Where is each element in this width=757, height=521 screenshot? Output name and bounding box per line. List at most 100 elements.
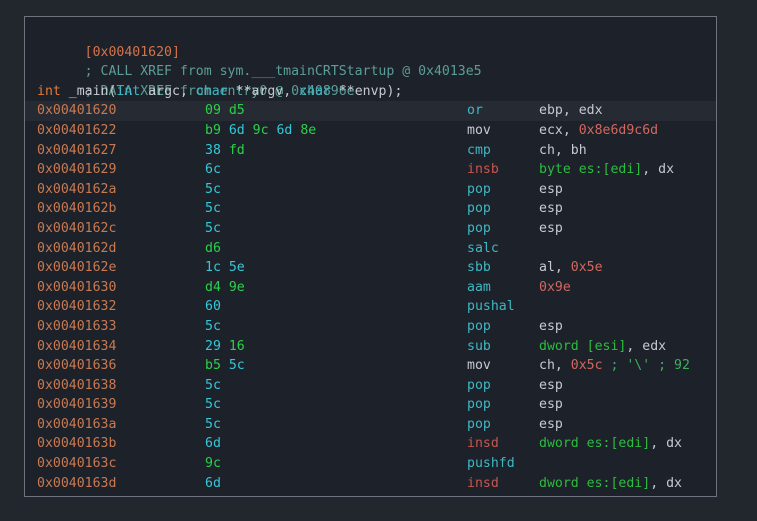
instruction-address[interactable]: 0x0040163c — [37, 454, 205, 474]
instruction-address[interactable]: 0x00401636 — [37, 356, 205, 376]
instruction-row[interactable]: 0x00401633 5c pop esp — [25, 317, 716, 337]
instruction-operands[interactable]: dword [esi], edx — [539, 337, 666, 357]
instruction-mnemonic[interactable]: pop — [467, 415, 539, 435]
instruction-address[interactable]: 0x00401629 — [37, 160, 205, 180]
instruction-operands[interactable]: esp — [539, 199, 563, 219]
instruction-row[interactable]: 0x00401620 09 d5 or ebp, edx — [25, 101, 716, 121]
operand-memory: [esi] — [586, 338, 627, 354]
instruction-row[interactable]: 0x0040162d d6 salc — [25, 239, 716, 259]
instruction-row[interactable]: 0x0040163c 9c pushfd — [25, 454, 716, 474]
instruction-operands[interactable]: 0x9e — [539, 278, 571, 298]
instruction-mnemonic[interactable]: aam — [467, 278, 539, 298]
operand-punct: , — [562, 122, 579, 138]
instruction-address[interactable]: 0x0040162a — [37, 180, 205, 200]
instruction-row[interactable]: 0x00401629 6c insb byte es:[edi], dx — [25, 160, 716, 180]
byte-value: fd — [220, 142, 245, 158]
instruction-row[interactable]: 0x00401630 d4 9e aam 0x9e — [25, 278, 716, 298]
instruction-list[interactable]: 0x00401620 09 d5 or ebp, edx 0x00401622 b9 6d… — [25, 101, 716, 493]
instruction-address[interactable]: 0x00401622 — [37, 121, 205, 141]
byte-value: 16 — [220, 338, 245, 354]
instruction-row[interactable]: 0x00401627 38 fd cmp ch, bh — [25, 141, 716, 161]
instruction-mnemonic[interactable]: cmp — [467, 141, 539, 161]
disassembly-panel[interactable]: [0x00401620] ; CALL XREF from sym.___tma… — [24, 16, 717, 497]
instruction-mnemonic[interactable]: or — [467, 101, 539, 121]
instruction-address[interactable]: 0x0040163d — [37, 474, 205, 494]
instruction-operands[interactable]: ecx, 0x8e6d9c6d — [539, 121, 658, 141]
instruction-mnemonic[interactable]: sub — [467, 337, 539, 357]
instruction-row[interactable]: 0x0040163d 6d insd dword es:[edi], dx — [25, 474, 716, 494]
instruction-mnemonic[interactable]: pop — [467, 180, 539, 200]
instruction-operands[interactable]: dword es:[edi], dx — [539, 434, 682, 454]
instruction-mnemonic[interactable]: insd — [467, 474, 539, 494]
byte-value: 6c — [205, 162, 221, 178]
instruction-address[interactable]: 0x00401633 — [37, 317, 205, 337]
instruction-row[interactable]: 0x00401636 b5 5c mov ch, 0x5c ; '\' ; 92 — [25, 356, 716, 376]
byte-value: 5c — [205, 377, 221, 393]
instruction-mnemonic[interactable]: pop — [467, 199, 539, 219]
instruction-row[interactable]: 0x0040162e 1c 5e sbb al, 0x5e — [25, 258, 716, 278]
instruction-mnemonic[interactable]: mov — [467, 121, 539, 141]
code-area[interactable]: [0x00401620] ; CALL XREF from sym.___tma… — [25, 17, 716, 493]
instruction-mnemonic[interactable]: insd — [467, 434, 539, 454]
instruction-row[interactable]: 0x00401622 b9 6d 9c 6d 8e mov ecx, 0x8e6d9c… — [25, 121, 716, 141]
instruction-bytes: 6d — [205, 474, 467, 494]
instruction-operands[interactable]: esp — [539, 180, 563, 200]
instruction-address[interactable]: 0x00401627 — [37, 141, 205, 161]
byte-value: 1c — [205, 260, 221, 276]
instruction-row[interactable]: 0x0040162a 5c pop esp — [25, 180, 716, 200]
instruction-address[interactable]: 0x0040162e — [37, 258, 205, 278]
instruction-operands[interactable]: esp — [539, 395, 563, 415]
instruction-address[interactable]: 0x0040163a — [37, 415, 205, 435]
instruction-row[interactable]: 0x00401638 5c pop esp — [25, 376, 716, 396]
instruction-mnemonic[interactable]: pop — [467, 219, 539, 239]
instruction-address[interactable]: 0x0040163b — [37, 434, 205, 454]
signature-token — [228, 84, 236, 99]
instruction-operands[interactable]: esp — [539, 317, 563, 337]
byte-value: 38 — [205, 142, 221, 158]
instruction-mnemonic[interactable]: pushal — [467, 297, 539, 317]
instruction-row[interactable]: 0x0040162c 5c pop esp — [25, 219, 716, 239]
instruction-address[interactable]: 0x0040162c — [37, 219, 205, 239]
instruction-row[interactable]: 0x0040163a 5c pop esp — [25, 415, 716, 435]
byte-value: d4 — [205, 279, 221, 295]
signature-keyword: char — [299, 83, 331, 99]
instruction-operands[interactable]: ch, 0x5c ; '\' ; 92 — [539, 356, 690, 376]
instruction-address[interactable]: 0x0040162b — [37, 199, 205, 219]
instruction-operands[interactable]: esp — [539, 415, 563, 435]
operand-punct — [579, 339, 587, 354]
instruction-bytes: 5c — [205, 376, 467, 396]
instruction-address[interactable]: 0x00401632 — [37, 297, 205, 317]
instruction-mnemonic[interactable]: pushfd — [467, 454, 539, 474]
operand-register: esp — [539, 397, 563, 413]
instruction-mnemonic[interactable]: pop — [467, 395, 539, 415]
instruction-row[interactable]: 0x00401634 29 16 sub dword [esi], edx — [25, 337, 716, 357]
instruction-row[interactable]: 0x0040163b 6d insd dword es:[edi], dx — [25, 434, 716, 454]
instruction-operands[interactable]: byte es:[edi], dx — [539, 160, 674, 180]
instruction-address[interactable]: 0x00401630 — [37, 278, 205, 298]
operand-punct: , — [642, 162, 659, 178]
instruction-mnemonic[interactable]: insb — [467, 160, 539, 180]
instruction-address[interactable]: 0x00401620 — [37, 101, 205, 121]
instruction-address[interactable]: 0x00401639 — [37, 395, 205, 415]
instruction-operands[interactable]: al, 0x5e — [539, 258, 603, 278]
instruction-operands[interactable]: ch, bh — [539, 141, 587, 161]
signature-keyword: int — [116, 83, 141, 99]
instruction-row[interactable]: 0x00401639 5c pop esp — [25, 395, 716, 415]
instruction-mnemonic[interactable]: pop — [467, 376, 539, 396]
instruction-address[interactable]: 0x00401634 — [37, 337, 205, 357]
instruction-address[interactable]: 0x00401638 — [37, 376, 205, 396]
byte-value: d6 — [205, 240, 221, 256]
instruction-bytes: 5c — [205, 219, 467, 239]
instruction-operands[interactable]: ebp, edx — [539, 101, 603, 121]
instruction-mnemonic[interactable]: pop — [467, 317, 539, 337]
instruction-row[interactable]: 0x0040162b 5c pop esp — [25, 199, 716, 219]
instruction-mnemonic[interactable]: sbb — [467, 258, 539, 278]
instruction-mnemonic[interactable]: salc — [467, 239, 539, 259]
instruction-mnemonic[interactable]: mov — [467, 356, 539, 376]
instruction-operands[interactable]: esp — [539, 376, 563, 396]
instruction-row[interactable]: 0x00401632 60 pushal — [25, 297, 716, 317]
instruction-address[interactable]: 0x0040162d — [37, 239, 205, 259]
instruction-operands[interactable]: esp — [539, 219, 563, 239]
instruction-operands[interactable]: dword es:[edi], dx — [539, 474, 682, 494]
operand-register: al — [539, 260, 555, 276]
